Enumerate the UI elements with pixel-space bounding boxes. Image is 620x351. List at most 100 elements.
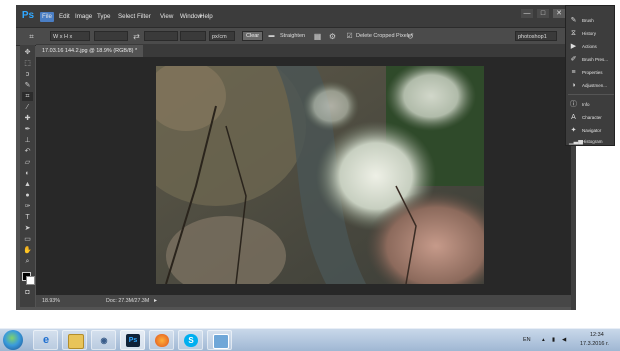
delete-cropped-label[interactable]: Delete Cropped Pixels [356,32,411,41]
menu-bar: Ps File Edit Image Type Select Filter Vi… [16,5,576,27]
rectangle-tool-icon[interactable]: ▭ [22,235,33,244]
panel-info[interactable]: ⓘ Info [568,99,614,110]
height-field[interactable] [144,31,178,41]
volume-icon[interactable]: ◀ [562,337,566,344]
photoshop-logo: Ps [21,10,35,21]
menu-window[interactable]: Help [198,12,215,22]
menu-image[interactable]: Image [73,12,94,22]
crop-tool-icon[interactable]: ⌗ [26,31,37,42]
panel-brush-presets[interactable]: ✐ Brush Pres... [568,54,614,65]
status-bar: 18.93% Doc: 27.3M/27.3M ▸ [36,295,571,307]
checkbox-checked-icon[interactable]: ☑ [344,31,355,42]
info-icon: ⓘ [570,101,577,108]
menu-help[interactable] [225,12,229,22]
blur-tool-icon[interactable]: ▲ [22,180,33,189]
brush-tool-icon[interactable]: ✒ [22,125,33,134]
windows-taskbar: e ◉ Ps S EN ▴ ▮ ◀ 12:34 17.3.2016 г. [0,328,620,351]
panel-actions[interactable]: ▶ Actions [568,41,614,52]
brush-icon: ✎ [570,17,577,24]
type-tool-icon[interactable]: T [22,213,33,222]
width-field[interactable] [94,31,128,41]
pen-tool-icon[interactable]: ✑ [22,202,33,211]
path-select-tool-icon[interactable]: ➤ [22,224,33,233]
zoom-tool-icon[interactable]: ⌕ [22,257,33,266]
taskbar-firefox[interactable] [149,330,174,350]
hand-tool-icon[interactable]: ✋ [22,246,33,255]
panel-adjustments[interactable]: ◑ Adjustmen... [568,80,614,91]
swap-icon[interactable]: ⇄ [131,31,142,42]
maximize-button[interactable]: □ [537,9,549,18]
menu-select[interactable]: Filter [135,12,153,22]
zoom-level[interactable]: 18.93% [42,297,60,305]
clear-button[interactable]: Clear [242,31,264,41]
straighten-label[interactable]: Straighten [280,32,305,41]
language-indicator[interactable]: EN [523,337,531,344]
dock-separator [568,94,614,95]
system-tray: EN ▴ ▮ ◀ 12:34 17.3.2016 г. [520,329,620,351]
marquee-tool-icon[interactable]: ⬚ [22,59,33,68]
gradient-tool-icon[interactable]: ◐ [22,169,33,178]
skype-icon: S [184,334,198,347]
panel-history[interactable]: ⧖ History [568,28,614,39]
move-tool-icon[interactable]: ✥ [22,48,33,57]
color-swatches-icon[interactable] [22,272,35,285]
taskbar-skype[interactable]: S [178,330,203,350]
panel-brush[interactable]: ✎ Brush [568,15,614,26]
straighten-icon[interactable]: ▬ [266,31,277,42]
internet-explorer-icon: e [42,334,50,346]
menu-filter[interactable]: View [158,12,175,22]
photoshop-window: Ps File Edit Image Type Select Filter Vi… [16,5,576,310]
collapsed-panels-dock: ✎ Brush ⧖ History ▶ Actions ✐ Brush Pres… [565,5,615,146]
history-icon: ⧖ [571,30,576,37]
taskbar-photos[interactable]: ◉ [91,330,116,350]
menu-edit[interactable]: Edit [57,12,72,22]
clock-time[interactable]: 12:34 [590,332,604,339]
document-info[interactable]: Doc: 27.3M/27.3M [106,297,149,305]
firefox-icon [155,334,169,347]
taskbar-photoshop[interactable]: Ps [120,330,145,350]
healing-brush-tool-icon[interactable]: ✚ [22,114,33,123]
image-viewer-icon [213,334,229,349]
panel-character[interactable]: A Character [568,112,614,123]
workspace-select[interactable]: photoshop1 [515,31,557,41]
taskbar-image-viewer[interactable] [207,330,232,350]
clock-date[interactable]: 17.3.2016 г. [580,341,609,348]
taskbar-file-explorer[interactable] [62,330,87,350]
photo-canvas[interactable] [156,66,484,284]
panel-navigator[interactable]: ✦ Navigator [568,125,614,136]
minimize-button[interactable]: — [521,9,533,18]
folder-icon [68,334,84,349]
quick-select-tool-icon[interactable]: ✎ [22,81,33,90]
lasso-tool-icon[interactable]: ↄ [22,70,33,79]
document-tab[interactable]: 17.03.16 144.2.jpg @ 18.9% (RGB/8) * [36,45,144,57]
ratio-preset-select[interactable]: W x H x Res... [50,31,90,50]
eyedropper-tool-icon[interactable]: ⁄ [22,103,33,112]
close-button[interactable]: ✕ [553,9,565,18]
taskbar-internet-explorer[interactable]: e [33,330,58,350]
eraser-tool-icon[interactable]: ▱ [22,158,33,167]
reset-icon[interactable]: ↺ [405,31,416,42]
menu-file[interactable]: File [40,12,54,22]
dodge-tool-icon[interactable]: ● [22,191,33,200]
start-button[interactable] [3,330,23,350]
canvas-area[interactable] [36,57,571,295]
navigator-icon: ✦ [570,127,577,134]
settings-gear-icon[interactable]: ⚙ [327,31,338,42]
tray-arrow-icon[interactable]: ▴ [542,337,545,344]
photoshop-icon: Ps [126,334,140,347]
resolution-field[interactable] [180,31,206,41]
clone-stamp-tool-icon[interactable]: ⊥ [22,136,33,145]
unit-select[interactable]: px/cm [209,31,235,41]
photos-icon: ◉ [100,336,108,345]
crop-tool-icon[interactable]: ⌗ [22,92,33,101]
panel-properties[interactable]: ≡ Properties [568,67,614,78]
menu-layer[interactable]: Type [95,12,112,22]
grid-overlay-icon[interactable]: ▦ [312,31,323,42]
tools-panel: ✥ ⬚ ↄ ✎ ⌗ ⁄ ✚ ✒ ⊥ ↶ ▱ ◐ ▲ ● ✑ T ➤ ▭ ✋ ⌕ … [20,45,35,307]
network-icon[interactable]: ▮ [552,337,555,344]
quick-mask-icon[interactable]: ◘ [22,288,33,297]
brush-presets-icon: ✐ [570,56,577,63]
status-menu-arrow-icon[interactable]: ▸ [154,297,157,305]
history-brush-tool-icon[interactable]: ↶ [22,147,33,156]
panel-histogram[interactable]: ▁▃▅ Histogram [568,138,614,146]
